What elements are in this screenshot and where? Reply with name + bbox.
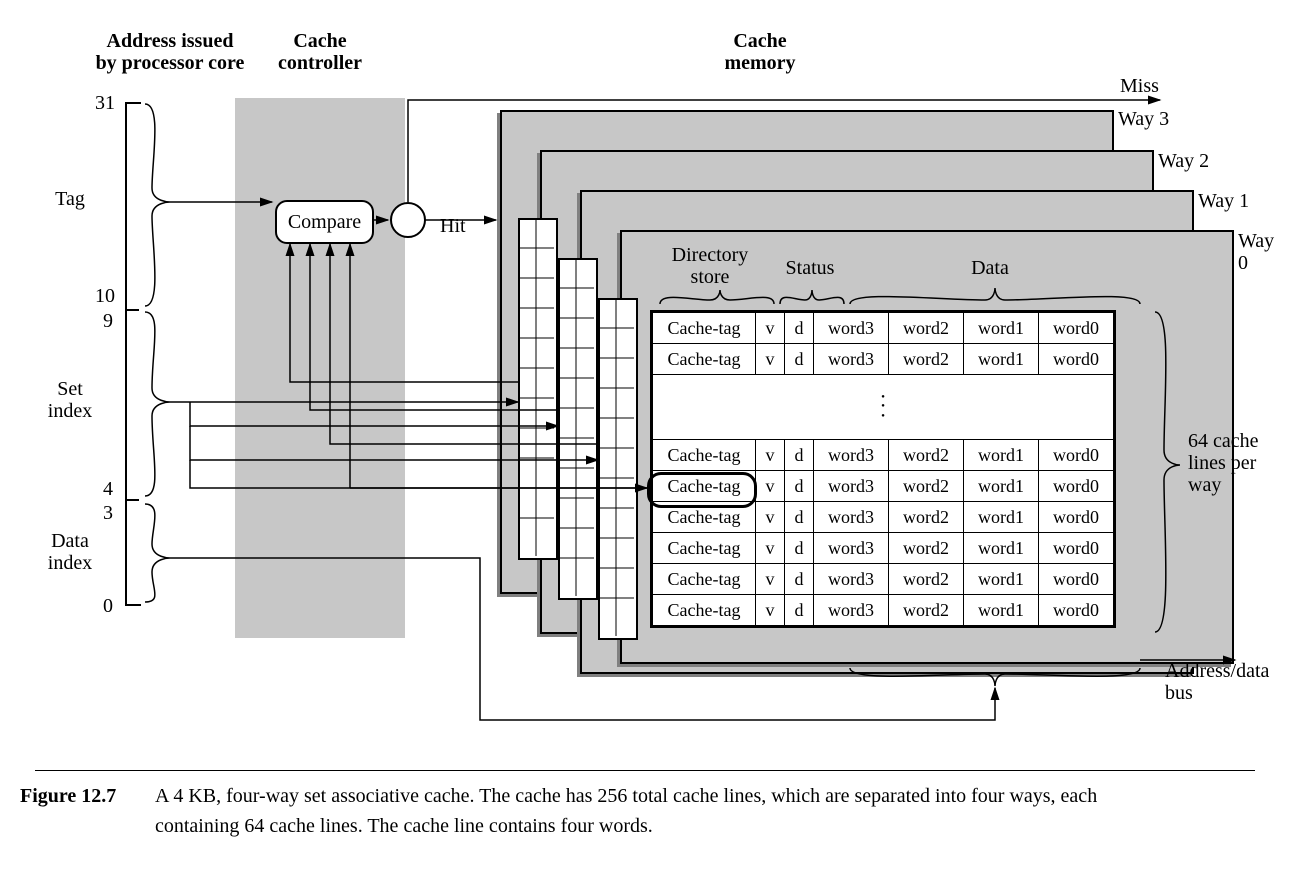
table-row: Cache-tagvdword3word2word1word0 [653, 502, 1114, 533]
bit-0: 0 [103, 595, 113, 617]
table-row: Cache-tagvdword3word2word1word0 [653, 440, 1114, 471]
label-set-index: Set index [40, 378, 100, 422]
colgroup-directory: Directory store [650, 244, 770, 288]
cache-controller-block [235, 98, 405, 638]
bit-4: 4 [103, 478, 113, 500]
label-tag: Tag [40, 188, 100, 210]
label-way-0: Way 0 [1238, 230, 1274, 274]
bit-10: 10 [95, 285, 115, 307]
colgroup-status: Status [775, 257, 845, 279]
table-row: Cache-tagvdword3word2word1word0 [653, 564, 1114, 595]
label-way-2: Way 2 [1158, 150, 1209, 172]
header-memory: Cache memory [680, 30, 840, 74]
table-row-selected: Cache-tagvdword3word2word1word0 [653, 471, 1114, 502]
strip-way3 [518, 218, 558, 560]
address-register [125, 102, 141, 606]
bit-31: 31 [95, 92, 115, 114]
table-row: Cache-tagvdword3word2word1word0 [653, 533, 1114, 564]
label-miss: Miss [1120, 75, 1159, 97]
caption-separator [35, 770, 1255, 771]
label-data-index: Data index [40, 530, 100, 574]
bit-9: 9 [103, 310, 113, 332]
label-way-1: Way 1 [1198, 190, 1249, 212]
compare-block: Compare [275, 200, 374, 244]
figure-caption: Figure 12.7 A 4 KB, four-way set associa… [20, 781, 1220, 841]
bit-3: 3 [103, 502, 113, 524]
strip-way2 [558, 258, 598, 600]
label-64-lines: 64 cache lines per way [1188, 430, 1259, 496]
table-row: Cache-tagvdword3word2word1word0 [653, 313, 1114, 344]
figure-number: Figure 12.7 [20, 781, 150, 811]
colgroup-data: Data [930, 257, 1050, 279]
way0-table: Cache-tagvdword3word2word1word0 Cache-ta… [650, 310, 1116, 628]
table-row: Cache-tagvdword3word2word1word0 [653, 595, 1114, 626]
table-row: Cache-tagvdword3word2word1word0 [653, 344, 1114, 375]
label-way-3: Way 3 [1118, 108, 1169, 130]
table-ellipsis: ●●● [653, 375, 1114, 440]
strip-way1 [598, 298, 638, 640]
label-hit: Hit [440, 215, 466, 237]
hit-encoder-circle [390, 202, 426, 238]
figure-text: A 4 KB, four-way set associative cache. … [155, 781, 1175, 841]
header-address: Address issued by processor core [70, 30, 270, 74]
cache-diagram: Address issued by processor core Cache c… [20, 20, 1270, 760]
header-controller: Cache controller [265, 30, 375, 74]
label-address-data-bus: Address/data bus [1165, 660, 1269, 704]
